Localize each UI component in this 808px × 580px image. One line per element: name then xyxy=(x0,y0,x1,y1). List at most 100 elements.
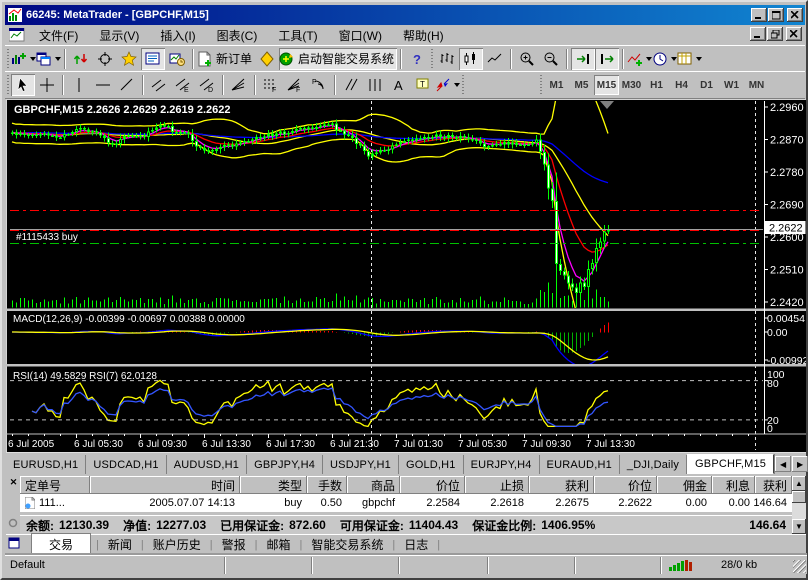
column-header-8[interactable]: 价位 xyxy=(594,476,657,494)
child-minimize-button[interactable] xyxy=(750,27,766,41)
terminal-button[interactable] xyxy=(141,48,165,70)
toolbar-drag-handle[interactable] xyxy=(7,49,9,69)
chart-tab-eurjpy[interactable]: EURJPY,H4 xyxy=(464,455,540,474)
timeframe-w1-button[interactable]: W1 xyxy=(719,75,744,95)
menu-view[interactable]: 显示(V) xyxy=(89,25,149,46)
column-header-9[interactable]: 佣金 xyxy=(657,476,712,494)
data-window-button[interactable] xyxy=(93,48,117,70)
chart-tab-usdcad[interactable]: USDCAD,H1 xyxy=(86,455,166,474)
fibo-fan-button[interactable]: F xyxy=(283,74,307,96)
chart-tab-usdjpy[interactable]: USDJPY,H1 xyxy=(323,455,399,474)
hline-button[interactable] xyxy=(91,74,115,96)
chart-line-button[interactable] xyxy=(483,48,507,70)
chart-tab-_dji[interactable]: _DJI,Daily xyxy=(620,455,687,474)
channel-e-button[interactable]: E xyxy=(171,74,195,96)
timeframe-d1-button[interactable]: D1 xyxy=(694,75,719,95)
order-row[interactable]: 111...2005.07.07 14:13buy0.50gbpchf2.258… xyxy=(20,494,792,513)
templates-button[interactable] xyxy=(677,48,702,70)
menu-insert[interactable]: 插入(I) xyxy=(150,25,205,46)
market-watch-button[interactable] xyxy=(69,48,93,70)
column-header-7[interactable]: 获利 xyxy=(529,476,594,494)
column-header-3[interactable]: 手数 xyxy=(307,476,347,494)
chart-tab-gbpjpy[interactable]: GBPJPY,H4 xyxy=(247,455,323,474)
maximize-button[interactable] xyxy=(768,8,784,22)
column-header-4[interactable]: 商品 xyxy=(347,476,400,494)
resize-grip[interactable] xyxy=(793,560,806,573)
terminal-close-icon[interactable]: ✕ xyxy=(8,477,19,488)
minimize-button[interactable] xyxy=(751,8,767,22)
text-button[interactable]: A xyxy=(387,74,411,96)
crosshair-button[interactable] xyxy=(35,74,59,96)
navigator-button[interactable] xyxy=(117,48,141,70)
column-header-5[interactable]: 价位 xyxy=(400,476,465,494)
menu-help[interactable]: 帮助(H) xyxy=(393,25,454,46)
fibo-button[interactable]: F xyxy=(259,74,283,96)
channel-d-button[interactable]: D xyxy=(195,74,219,96)
toolbar-drag-handle[interactable] xyxy=(431,49,433,69)
zoom-in-button[interactable] xyxy=(515,48,539,70)
fibo-arc-button[interactable]: F xyxy=(307,74,331,96)
child-close-button[interactable] xyxy=(786,27,802,41)
column-header-11[interactable]: 获利 xyxy=(755,476,792,494)
column-header-1[interactable]: 时间 xyxy=(90,476,240,494)
chart-tab-eurusd[interactable]: EURUSD,H1 xyxy=(6,455,86,474)
trendline-button[interactable] xyxy=(115,74,139,96)
metaeditor-button[interactable] xyxy=(255,48,279,70)
chart-tab-euraud[interactable]: EURAUD,H1 xyxy=(540,455,620,474)
vline-button[interactable] xyxy=(67,74,91,96)
indicators-button[interactable] xyxy=(627,48,652,70)
terminal-tab-1[interactable]: 新闻 xyxy=(99,534,141,555)
zoom-out-button[interactable] xyxy=(539,48,563,70)
chart-tab-gold[interactable]: GOLD,H1 xyxy=(399,455,464,474)
periods-button[interactable] xyxy=(652,48,677,70)
terminal-tab-2[interactable]: 账户历史 xyxy=(144,534,210,555)
cursor-button[interactable] xyxy=(11,74,35,96)
timeframe-m30-button[interactable]: M30 xyxy=(619,75,644,95)
column-header-6[interactable]: 止损 xyxy=(465,476,529,494)
strategy-tester-button[interactable] xyxy=(165,48,189,70)
tabs-scroll-right-button[interactable]: ▶ xyxy=(792,456,808,472)
parallel-button[interactable] xyxy=(339,74,363,96)
new-chart-button[interactable] xyxy=(11,48,36,70)
help-button[interactable]: ? xyxy=(405,48,429,70)
gann-button[interactable] xyxy=(227,74,251,96)
profiles-button[interactable] xyxy=(36,48,61,70)
timeframe-h1-button[interactable]: H1 xyxy=(644,75,669,95)
menu-tools[interactable]: 工具(T) xyxy=(268,25,327,46)
chart-area[interactable]: 2.29602.28702.27802.26902.26002.25102.24… xyxy=(6,99,806,452)
timeframe-m15-button[interactable]: M15 xyxy=(594,75,619,95)
menu-window[interactable]: 窗口(W) xyxy=(329,25,392,46)
terminal-tab-6[interactable]: 日志 xyxy=(395,534,437,555)
toolbar-drag-handle[interactable] xyxy=(462,75,464,95)
toolbar-drag-handle[interactable] xyxy=(7,75,9,95)
chart-bars-button[interactable] xyxy=(435,48,459,70)
new-order-button[interactable]: 新订单 xyxy=(197,48,255,70)
auto-scroll-button[interactable] xyxy=(571,48,595,70)
timeframe-m5-button[interactable]: M5 xyxy=(569,75,594,95)
chart-candles-button[interactable] xyxy=(459,48,483,70)
toolbar-drag-handle[interactable] xyxy=(540,75,542,95)
terminal-tab-5[interactable]: 智能交易系统 xyxy=(302,534,392,555)
text-label-button[interactable]: T xyxy=(411,74,435,96)
chart-shift-button[interactable] xyxy=(595,48,619,70)
scroll-up-button[interactable]: ▲ xyxy=(792,476,806,491)
expert-advisor-button[interactable]: 启动智能交易系统 xyxy=(279,48,397,70)
column-header-10[interactable]: 利息 xyxy=(712,476,755,494)
terminal-tab-4[interactable]: 邮箱 xyxy=(258,534,300,555)
arrows-button[interactable] xyxy=(435,74,460,96)
tabs-scroll-left-button[interactable]: ◀ xyxy=(775,456,791,472)
chart-tab-gbpchf[interactable]: GBPCHF,M15 xyxy=(687,454,774,474)
chart-tab-audusd[interactable]: AUDUSD,H1 xyxy=(167,455,247,474)
cycle-lines-button[interactable] xyxy=(363,74,387,96)
timeframe-m1-button[interactable]: M1 xyxy=(544,75,569,95)
terminal-tab-3[interactable]: 警报 xyxy=(213,534,255,555)
column-header-0[interactable]: 定单号 xyxy=(20,476,90,494)
scroll-thumb[interactable] xyxy=(792,491,806,503)
child-restore-button[interactable] xyxy=(767,27,783,41)
close-button[interactable] xyxy=(787,8,803,22)
menu-file[interactable]: 文件(F) xyxy=(29,25,88,46)
scroll-down-button[interactable]: ▼ xyxy=(792,519,806,534)
menu-charts[interactable]: 图表(C) xyxy=(207,25,268,46)
terminal-tab-0[interactable]: 交易 xyxy=(32,534,90,555)
terminal-scrollbar[interactable]: ▲ ▼ xyxy=(792,476,806,534)
